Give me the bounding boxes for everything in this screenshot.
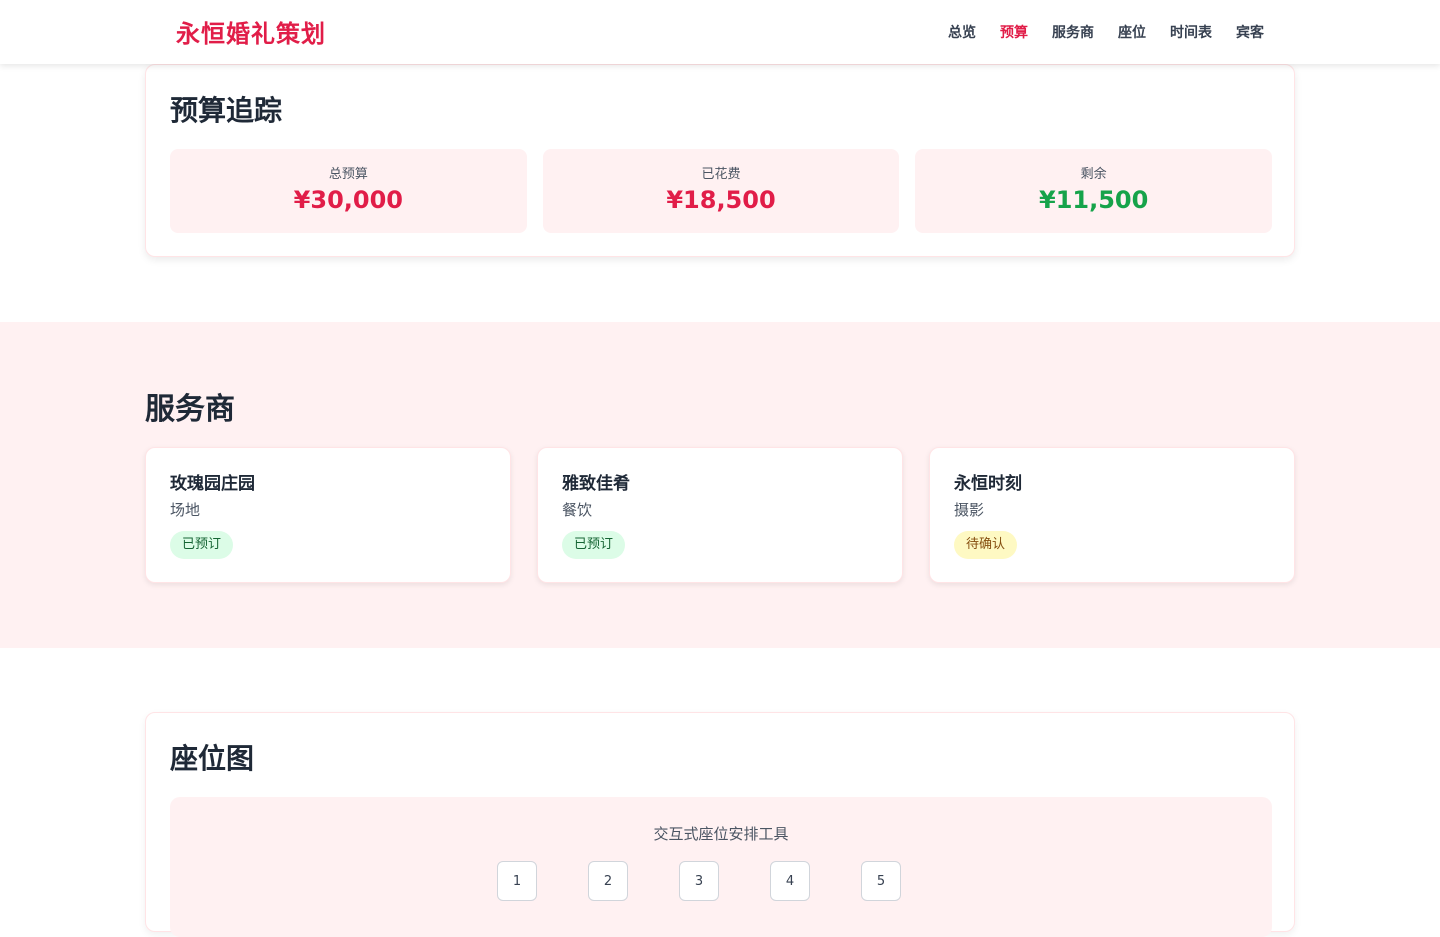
stat-remaining: 剩余 ¥11,500 [915,149,1273,233]
vendors-section: 服务商 玫瑰园庄园 场地 已预订 雅致佳肴 餐饮 已预订 永恒时刻 摄影 待确认 [0,322,1440,648]
stat-label: 已花费 [701,167,741,182]
seat-button[interactable]: 1 [497,861,537,901]
vendor-card[interactable]: 玫瑰园庄园 场地 已预订 [145,447,511,583]
stat-label: 总预算 [328,167,368,182]
seat-button[interactable]: 4 [770,861,810,901]
stat-value: ¥11,500 [1039,186,1149,214]
nav-item-guests[interactable]: 宾客 [1236,22,1264,42]
vendor-type: 摄影 [954,501,985,519]
seating-card: 座位图 交互式座位安排工具 1 2 3 4 5 [145,712,1295,937]
nav-item-budget[interactable]: 预算 [1000,22,1028,42]
main-nav: 总览 预算 服务商 座位 时间表 宾客 [948,22,1264,42]
seating-tool-panel: 交互式座位安排工具 1 2 3 4 5 [170,797,1272,937]
stat-value: ¥18,500 [666,186,776,214]
vendor-type: 场地 [170,501,201,519]
nav-item-seating[interactable]: 座位 [1118,22,1146,42]
vendor-grid: 玫瑰园庄园 场地 已预订 雅致佳肴 餐饮 已预订 永恒时刻 摄影 待确认 [145,447,1295,583]
nav-item-vendors[interactable]: 服务商 [1052,22,1094,42]
status-badge: 已预订 [562,531,626,559]
seat-button[interactable]: 2 [588,861,628,901]
status-badge: 待确认 [954,531,1018,559]
stat-value: ¥30,000 [293,186,403,214]
seating-title: 座位图 [170,742,255,775]
vendors-title: 服务商 [145,392,235,427]
brand-logo-text[interactable]: 永恒婚礼策划 [176,14,326,49]
seat-button[interactable]: 5 [861,861,901,901]
seat-button[interactable]: 3 [679,861,719,901]
budget-stats: 总预算 ¥30,000 已花费 ¥18,500 剩余 ¥11,500 [170,149,1273,233]
status-badge: 已预订 [170,531,234,559]
vendor-name: 永恒时刻 [954,474,1022,494]
nav-item-overview[interactable]: 总览 [948,22,976,42]
vendor-type: 餐饮 [562,501,593,519]
vendor-name: 玫瑰园庄园 [170,474,255,494]
vendor-name: 雅致佳肴 [562,474,630,494]
seating-subtitle: 交互式座位安排工具 [653,825,789,843]
nav-item-timeline[interactable]: 时间表 [1170,22,1212,42]
budget-title: 预算追踪 [170,94,283,127]
top-navigation-bar: 永恒婚礼策划 总览 预算 服务商 座位 时间表 宾客 [0,0,1440,64]
stat-label: 剩余 [1080,167,1107,182]
vendor-card[interactable]: 永恒时刻 摄影 待确认 [929,447,1295,583]
stat-total-budget: 总预算 ¥30,000 [170,149,527,233]
stat-spent: 已花费 ¥18,500 [542,149,900,233]
vendor-card[interactable]: 雅致佳肴 餐饮 已预订 [537,447,903,583]
budget-card: 预算追踪 总预算 ¥30,000 已花费 ¥18,500 剩余 ¥11,500 [145,64,1295,257]
seat-row: 1 2 3 4 5 [497,861,901,901]
